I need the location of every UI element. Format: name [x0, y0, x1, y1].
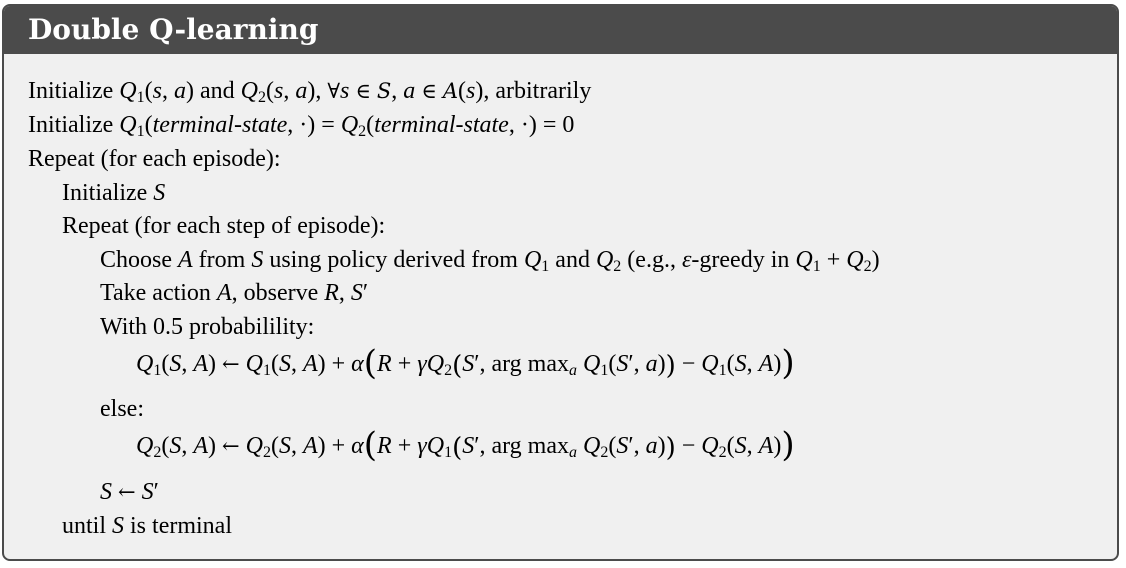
line-until-terminal: until S is terminal [62, 513, 232, 539]
algorithm-body: Initialize Q1(s, a) and Q2(s, a), ∀s ∈ S… [4, 54, 1117, 539]
algorithm-title: Double Q-learning [4, 6, 1117, 54]
equation-q1-update: Q1(S, A) ← Q1(S, A) + α(R + γQ2(S′, arg … [136, 343, 795, 383]
line-else: else: [100, 396, 144, 422]
line-repeat-episode: Repeat (for each episode): [28, 146, 281, 172]
line-initialize-s: Initialize S [62, 180, 166, 206]
line-s-assign: S ← S′ [100, 479, 159, 505]
line-choose-action: Choose A from S using policy derived fro… [100, 247, 880, 275]
equation-q2-update: Q2(S, A) ← Q2(S, A) + α(R + γQ1(S′, arg … [136, 425, 795, 465]
algorithm-box: Double Q-learning Initialize Q1(s, a) an… [2, 4, 1119, 561]
line-take-action: Take action A, observe R, S′ [100, 280, 369, 306]
line-initialize-terminal: Initialize Q1(terminal-state, ·) = Q2(te… [28, 112, 575, 140]
line-repeat-step: Repeat (for each step of episode): [62, 213, 386, 239]
line-initialize-q: Initialize Q1(s, a) and Q2(s, a), ∀s ∈ S… [28, 78, 592, 106]
line-with-probability: With 0.5 probabilility: [100, 314, 315, 340]
